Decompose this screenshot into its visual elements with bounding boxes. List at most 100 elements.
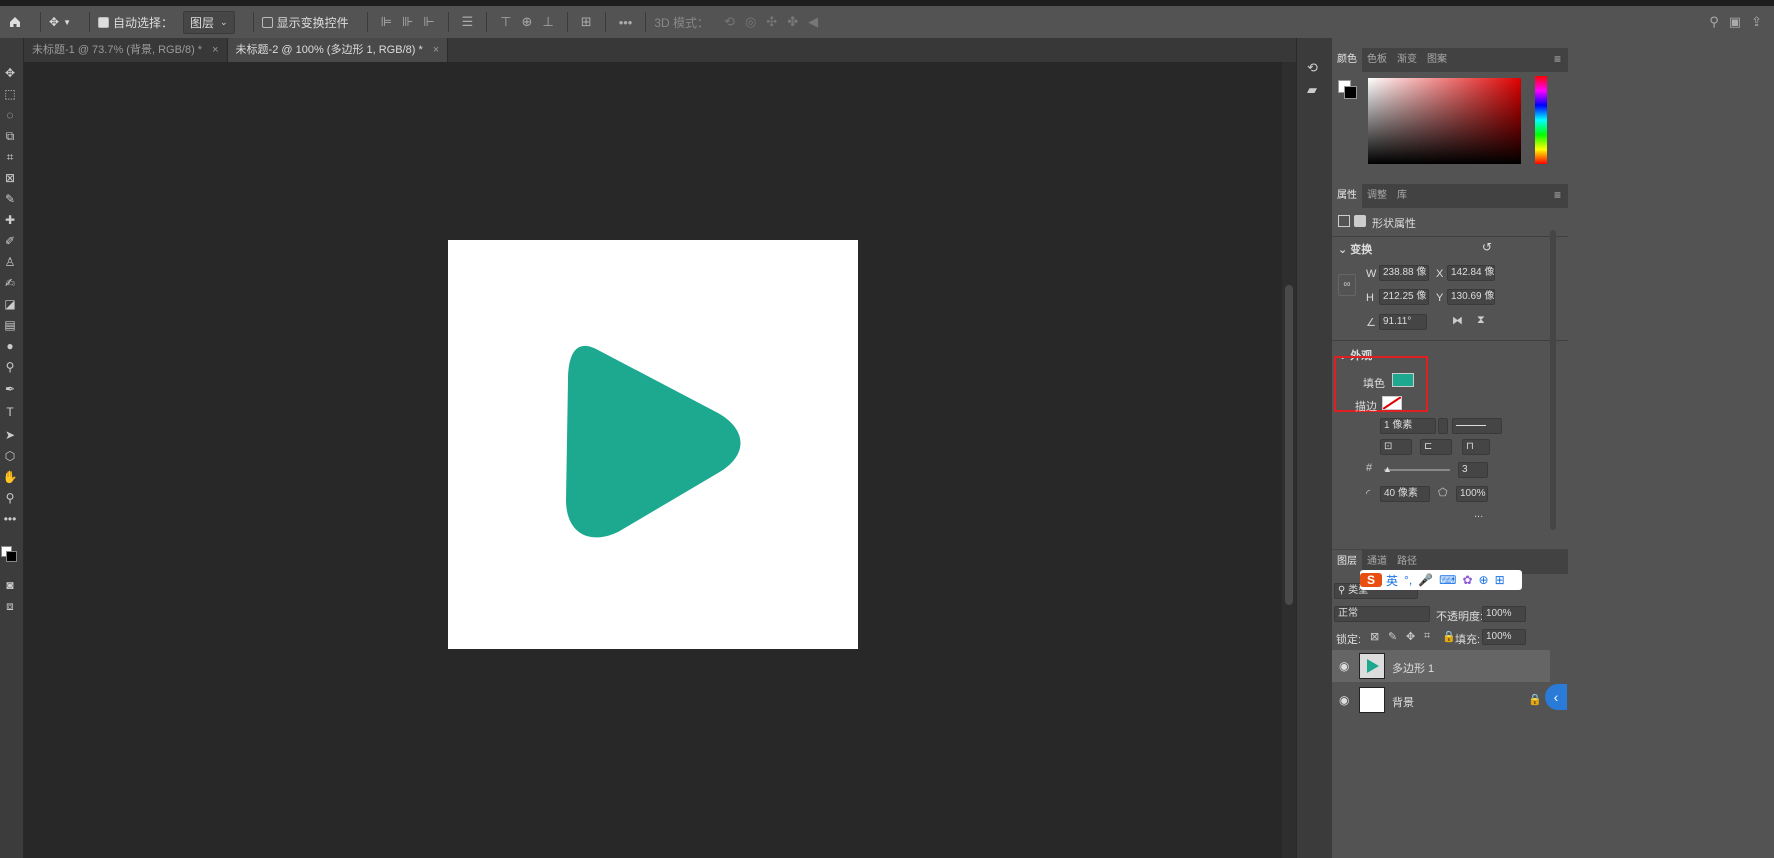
history-brush-tool-icon[interactable]: ✍	[0, 274, 20, 292]
dodge-tool-icon[interactable]: ⚲	[0, 358, 20, 376]
stroke-width-field[interactable]: 1 像素	[1380, 418, 1436, 434]
frame-tool-icon[interactable]: ⊠	[0, 169, 20, 187]
close-icon[interactable]: ×	[212, 44, 218, 56]
microphone-icon[interactable]: 🎤	[1418, 573, 1433, 587]
document-canvas[interactable]	[448, 240, 858, 649]
shape-tool-icon[interactable]: ⬡	[0, 447, 20, 465]
blend-mode-dropdown[interactable]: 正常	[1334, 606, 1430, 622]
more-icon[interactable]: ...	[1474, 508, 1483, 520]
polygon-shape-path[interactable]	[566, 345, 741, 538]
tab-patterns[interactable]: 图案	[1422, 48, 1452, 72]
distribute-icon[interactable]: ☰	[462, 14, 474, 30]
flip-horizontal-icon[interactable]: ⧓	[1452, 314, 1463, 327]
sides-slider-thumb[interactable]: ▲	[1383, 464, 1392, 474]
pen-tool-icon[interactable]: ✒	[0, 380, 20, 398]
stamp-tool-icon[interactable]: ♙	[0, 253, 20, 271]
align-middle-icon[interactable]: ⊕	[522, 14, 533, 30]
punctuation-icon[interactable]: °,	[1404, 573, 1412, 587]
path-select-tool-icon[interactable]: ➤	[0, 426, 20, 444]
more-tools-icon[interactable]: •••	[0, 510, 20, 528]
width-field[interactable]: 238.88 像	[1379, 265, 1429, 281]
more-options-icon[interactable]: •••	[619, 15, 633, 30]
show-transform-checkbox[interactable]: 显示变换控件	[261, 14, 349, 31]
lock-all-icon[interactable]: 🔒	[1442, 630, 1456, 643]
background-color-swatch[interactable]	[6, 551, 17, 562]
tab-gradients[interactable]: 渐变	[1392, 48, 1422, 72]
x-field[interactable]: 142.84 像	[1447, 265, 1495, 281]
lock-artboard-icon[interactable]: ⌗	[1424, 630, 1430, 643]
gradient-tool-icon[interactable]: ▤	[0, 316, 20, 334]
screen-mode-icon[interactable]: ⧈	[0, 597, 20, 615]
align-bottom-icon[interactable]: ⊥	[542, 14, 553, 30]
panel-scrollbar[interactable]	[1550, 230, 1556, 530]
home-icon[interactable]	[8, 15, 22, 29]
3d-slide-icon[interactable]: ✤	[787, 14, 798, 30]
sogou-logo-icon[interactable]: S	[1360, 573, 1382, 587]
panel-menu-icon[interactable]: ≡	[1554, 52, 1561, 66]
search-icon[interactable]: ⚲	[1709, 14, 1719, 30]
fill-color-swatch[interactable]	[1392, 373, 1414, 387]
lock-position-icon[interactable]: ✥	[1406, 630, 1415, 643]
layer-name[interactable]: 背景	[1392, 694, 1414, 710]
stroke-join-dropdown[interactable]: ⊓	[1462, 439, 1490, 455]
panel-menu-icon[interactable]: ≡	[1554, 188, 1561, 202]
reset-icon[interactable]: ↺	[1482, 240, 1492, 254]
lock-transparent-icon[interactable]: ⊠	[1370, 630, 1379, 643]
stroke-color-swatch[interactable]	[1382, 396, 1402, 410]
triangle-shape[interactable]	[448, 240, 858, 649]
comments-icon[interactable]: ▰	[1307, 82, 1317, 98]
auto-select-dropdown[interactable]: 图层 ⌄	[183, 10, 235, 34]
angle-field[interactable]: 91.11°	[1379, 314, 1427, 330]
stroke-cap-dropdown[interactable]: ⊏	[1420, 439, 1452, 455]
layer-row[interactable]: ◉ 多边形 1	[1332, 650, 1550, 682]
align-center-icon[interactable]: ⊪	[402, 14, 413, 30]
stroke-type-dropdown[interactable]	[1452, 418, 1502, 434]
star-ratio-field[interactable]: 100%	[1456, 486, 1488, 502]
hand-tool-icon[interactable]: ✋	[0, 468, 20, 486]
crop-tool-icon[interactable]: ⌗	[0, 148, 20, 166]
marquee-tool-icon[interactable]: ⬚	[0, 85, 20, 103]
zoom-tool-icon[interactable]: ⚲	[0, 489, 20, 507]
y-field[interactable]: 130.69 像	[1447, 289, 1495, 305]
document-tab[interactable]: 未标题-1 @ 73.7% (背景, RGB/8) * ×	[24, 38, 228, 62]
workspace-icon[interactable]: ▣	[1729, 14, 1741, 30]
auto-select-checkbox[interactable]: 自动选择：	[97, 14, 173, 31]
keyboard-icon[interactable]: ⌨	[1439, 573, 1456, 587]
flip-vertical-icon[interactable]: ⧗	[1477, 314, 1485, 327]
height-field[interactable]: 212.25 像	[1379, 289, 1429, 305]
3d-pan-icon[interactable]: ✣	[766, 14, 777, 30]
lasso-tool-icon[interactable]: ◌	[0, 106, 20, 124]
object-select-tool-icon[interactable]: ⧉	[0, 127, 20, 145]
layer-name[interactable]: 多边形 1	[1392, 660, 1434, 676]
sides-slider-track[interactable]	[1384, 469, 1450, 471]
distribute-vertical-icon[interactable]: ⊞	[581, 14, 592, 30]
move-tool-icon[interactable]: ✥	[0, 64, 20, 82]
blur-tool-icon[interactable]: ●	[0, 337, 20, 355]
toolbox-icon[interactable]: ⊞	[1495, 573, 1505, 587]
fill-opacity-field[interactable]: 100%	[1482, 629, 1526, 645]
brush-tool-icon[interactable]: ✐	[0, 232, 20, 250]
align-top-icon[interactable]: ⊤	[500, 14, 511, 30]
eyedropper-tool-icon[interactable]: ✎	[0, 190, 20, 208]
tab-libraries[interactable]: 库	[1392, 184, 1412, 208]
align-left-icon[interactable]: ⊫	[381, 14, 392, 30]
lock-pixels-icon[interactable]: ✎	[1388, 630, 1397, 643]
3d-orbit-icon[interactable]: ⟲	[724, 14, 735, 30]
layer-row[interactable]: ◉ 背景 🔒	[1332, 684, 1550, 716]
corner-radius-field[interactable]: 40 像素	[1380, 486, 1430, 502]
type-tool-icon[interactable]: T	[0, 403, 20, 421]
tab-properties[interactable]: 属性	[1332, 184, 1362, 208]
document-tab-active[interactable]: 未标题-2 @ 100% (多边形 1, RGB/8) * ×	[227, 38, 449, 62]
tab-layers[interactable]: 图层	[1332, 550, 1362, 574]
eraser-tool-icon[interactable]: ◪	[0, 295, 20, 313]
background-swatch[interactable]	[1344, 86, 1357, 99]
healing-brush-tool-icon[interactable]: ✚	[0, 211, 20, 229]
ime-lang[interactable]: 英	[1386, 572, 1398, 589]
chevron-left-icon[interactable]: ‹	[1545, 684, 1567, 710]
tab-swatches[interactable]: 色板	[1362, 48, 1392, 72]
gamepad-icon[interactable]: ⊕	[1479, 573, 1489, 587]
scrollbar-thumb[interactable]	[1285, 285, 1293, 605]
stroke-align-dropdown[interactable]: ⊡	[1380, 439, 1412, 455]
opacity-field[interactable]: 100%	[1482, 606, 1526, 622]
3d-camera-icon[interactable]: ◀	[808, 14, 818, 30]
